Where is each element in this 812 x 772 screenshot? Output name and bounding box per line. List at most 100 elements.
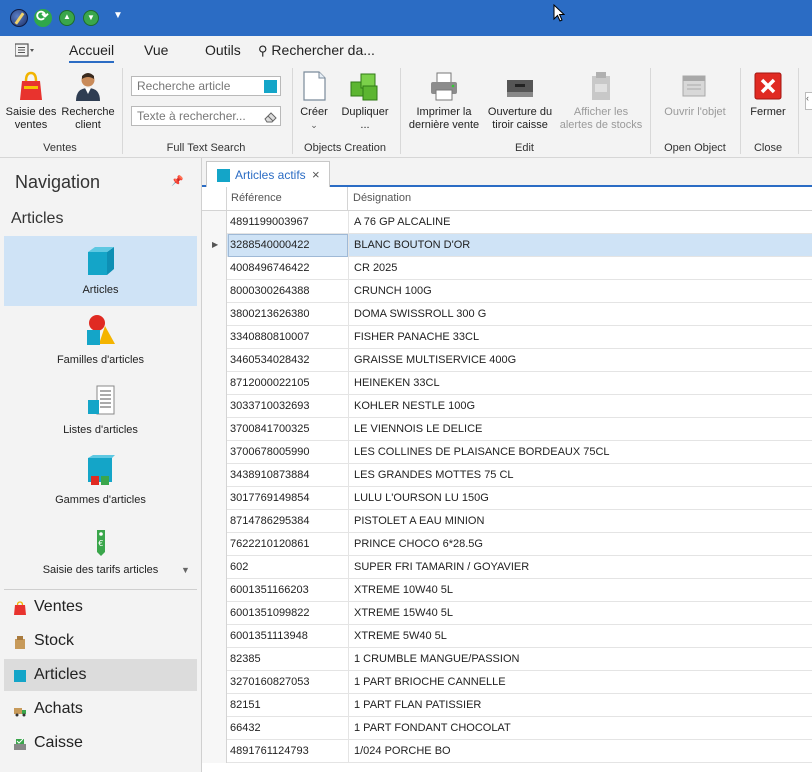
- cell-reference[interactable]: 66432: [230, 722, 346, 734]
- cell-reference[interactable]: 82385: [230, 653, 346, 665]
- table-row[interactable]: 3460534028432 GRAISSE MULTISERVICE 400G: [202, 349, 812, 372]
- row-indicator[interactable]: [202, 257, 227, 280]
- cell-reference[interactable]: 3017769149854: [230, 492, 346, 504]
- cell-reference[interactable]: 7622210120861: [230, 538, 346, 550]
- cell-reference[interactable]: 6001351166203: [230, 584, 346, 596]
- afficher-alertes-button[interactable]: Afficher les alertes de stocks: [558, 70, 644, 132]
- row-indicator[interactable]: [202, 510, 227, 533]
- cell-reference[interactable]: 3438910873884: [230, 469, 346, 481]
- table-row[interactable]: 8714786295384 PISTOLET A EAU MINION: [202, 510, 812, 533]
- menu-icon[interactable]: [14, 43, 35, 60]
- table-row[interactable]: 3033710032693 KOHLER NESTLE 100G: [202, 395, 812, 418]
- table-row[interactable]: 4008496746422 CR 2025: [202, 257, 812, 280]
- tab-articles-actifs[interactable]: Articles actifs ×: [206, 161, 330, 187]
- cell-designation[interactable]: LE VIENNOIS LE DELICE: [354, 423, 482, 435]
- cell-designation[interactable]: DOMA SWISSROLL 300 G: [354, 308, 486, 320]
- table-row[interactable]: 6001351166203 XTREME 10W40 5L: [202, 579, 812, 602]
- cell-reference[interactable]: 3033710032693: [230, 400, 346, 412]
- cell-designation[interactable]: CRUNCH 100G: [354, 285, 432, 297]
- table-row[interactable]: 6001351113948 XTREME 5W40 5L: [202, 625, 812, 648]
- cell-reference[interactable]: 8000300264388: [230, 285, 346, 297]
- cell-reference[interactable]: 4891199003967: [230, 216, 346, 228]
- arrow-down-icon[interactable]: [83, 10, 99, 26]
- cell-reference[interactable]: 3460534028432: [230, 354, 346, 366]
- row-indicator[interactable]: [202, 625, 227, 648]
- tab-outils[interactable]: Outils: [205, 42, 241, 58]
- table-row[interactable]: 8712000022105 HEINEKEN 33CL: [202, 372, 812, 395]
- row-indicator[interactable]: [202, 372, 227, 395]
- ouvrir-objet-button[interactable]: Ouvrir l'objet: [664, 70, 726, 119]
- cell-reference[interactable]: 3800213626380: [230, 308, 346, 320]
- row-indicator[interactable]: [202, 464, 227, 487]
- cell-reference[interactable]: 4008496746422: [230, 262, 346, 274]
- tab-accueil[interactable]: Accueil: [69, 42, 115, 63]
- row-indicator[interactable]: [202, 418, 227, 441]
- cell-designation[interactable]: XTREME 10W40 5L: [354, 584, 453, 596]
- row-indicator[interactable]: ▶: [202, 234, 227, 257]
- imprimer-derniere-vente-button[interactable]: Imprimer la dernière vente: [405, 70, 483, 132]
- cell-designation[interactable]: PISTOLET A EAU MINION: [354, 515, 484, 527]
- nav-module-stock[interactable]: Stock: [4, 625, 197, 657]
- row-indicator[interactable]: [202, 648, 227, 671]
- row-indicator[interactable]: [202, 556, 227, 579]
- nav-module-ventes[interactable]: Ventes: [4, 591, 197, 623]
- fermer-button[interactable]: Fermer: [746, 70, 790, 119]
- recherche-client-button[interactable]: Recherche client: [60, 70, 116, 132]
- table-row[interactable]: 4891761124793 1/024 PORCHE BO: [202, 740, 812, 763]
- cell-designation[interactable]: 1/024 PORCHE BO: [354, 745, 451, 757]
- recherche-article-input[interactable]: Recherche article: [131, 76, 281, 96]
- cell-reference[interactable]: 3700841700325: [230, 423, 346, 435]
- cell-reference[interactable]: 8714786295384: [230, 515, 346, 527]
- row-indicator[interactable]: [202, 441, 227, 464]
- row-indicator[interactable]: [202, 740, 227, 763]
- row-indicator[interactable]: [202, 579, 227, 602]
- cell-reference[interactable]: 3340880810007: [230, 331, 346, 343]
- row-indicator[interactable]: [202, 694, 227, 717]
- cell-reference[interactable]: 8712000022105: [230, 377, 346, 389]
- cell-designation[interactable]: LULU L'OURSON LU 150G: [354, 492, 489, 504]
- cell-designation[interactable]: PRINCE CHOCO 6*28.5G: [354, 538, 483, 550]
- row-indicator[interactable]: [202, 349, 227, 372]
- row-indicator[interactable]: [202, 717, 227, 740]
- row-indicator[interactable]: [202, 487, 227, 510]
- nav-module-articles[interactable]: Articles: [4, 659, 197, 691]
- row-indicator[interactable]: [202, 303, 227, 326]
- table-row[interactable]: 82151 1 PART FLAN PATISSIER: [202, 694, 812, 717]
- cell-designation[interactable]: A 76 GP ALCALINE: [354, 216, 450, 228]
- table-row[interactable]: 82385 1 CRUMBLE MANGUE/PASSION: [202, 648, 812, 671]
- chevron-down-icon[interactable]: ▼: [113, 10, 123, 21]
- column-header-reference[interactable]: Référence: [228, 187, 348, 211]
- cell-designation[interactable]: SUPER FRI TAMARIN / GOYAVIER: [354, 561, 529, 573]
- nav-gammes-articles[interactable]: Gammes d'articles: [4, 446, 197, 516]
- table-row[interactable]: 66432 1 PART FONDANT CHOCOLAT: [202, 717, 812, 740]
- cell-designation[interactable]: LES COLLINES DE PLAISANCE BORDEAUX 75CL: [354, 446, 610, 458]
- nav-module-achats[interactable]: Achats: [4, 693, 197, 725]
- row-indicator[interactable]: [202, 211, 227, 234]
- app-icon[interactable]: [10, 9, 28, 27]
- ouverture-tiroir-button[interactable]: Ouverture du tiroir caisse: [485, 70, 555, 132]
- cell-reference[interactable]: 602: [230, 561, 346, 573]
- column-header-designation[interactable]: Désignation: [349, 187, 415, 211]
- cell-reference[interactable]: 6001351099822: [230, 607, 346, 619]
- cell-designation[interactable]: HEINEKEN 33CL: [354, 377, 440, 389]
- row-indicator[interactable]: [202, 326, 227, 349]
- cell-designation[interactable]: CR 2025: [354, 262, 397, 274]
- table-row[interactable]: 602 SUPER FRI TAMARIN / GOYAVIER: [202, 556, 812, 579]
- cell-designation[interactable]: 1 PART FONDANT CHOCOLAT: [354, 722, 511, 734]
- table-row[interactable]: 3800213626380 DOMA SWISSROLL 300 G: [202, 303, 812, 326]
- eraser-icon[interactable]: [264, 110, 277, 123]
- nav-saisie-tarifs[interactable]: € Saisie des tarifs articles: [4, 516, 197, 586]
- cell-designation[interactable]: BLANC BOUTON D'OR: [354, 239, 470, 251]
- ribbon-scroll-left-icon[interactable]: ‹: [805, 92, 812, 110]
- nav-listes-articles[interactable]: Listes d'articles: [4, 376, 197, 446]
- creer-button[interactable]: Créer ⌄: [296, 70, 332, 132]
- dupliquer-button[interactable]: Dupliquer ...: [336, 70, 394, 132]
- cell-reference[interactable]: 4891761124793: [230, 745, 346, 757]
- close-icon[interactable]: ×: [312, 167, 320, 182]
- nav-familles-articles[interactable]: Familles d'articles: [4, 306, 197, 376]
- row-indicator[interactable]: [202, 671, 227, 694]
- tab-vue[interactable]: Vue: [144, 42, 168, 58]
- nav-articles[interactable]: Articles: [4, 236, 197, 306]
- cell-designation[interactable]: XTREME 5W40 5L: [354, 630, 447, 642]
- ribbon-search[interactable]: ⚲ Rechercher da...: [258, 42, 375, 59]
